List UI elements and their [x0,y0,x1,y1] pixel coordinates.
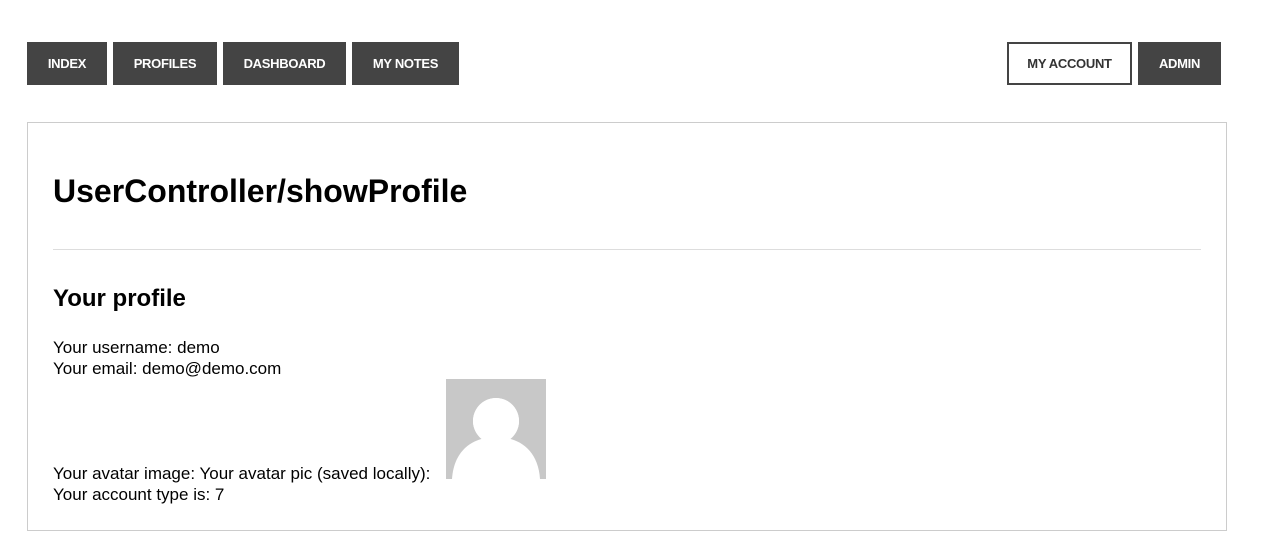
avatar [446,379,546,479]
account-type-label: Your account type is: [53,485,215,504]
content-panel: UserController/showProfile Your profile … [27,122,1227,531]
email-label: Your email: [53,359,143,378]
account-nav: MY ACCOUNT ADMIN [1007,42,1221,85]
avatar-label: Your avatar image: Your avatar pic (save… [53,464,431,483]
account-type-value: 7 [214,485,225,504]
nav-my-account-button[interactable]: MY ACCOUNT [1007,42,1132,85]
avatar-line: Your avatar image: Your avatar pic (save… [53,463,430,484]
page-title: UserController/showProfile [53,173,468,209]
email-line: Your email: demo@demo.com [53,358,281,379]
username-value: demo [177,338,220,357]
account-type-line: Your account type is: 7 [53,484,224,505]
email-value: demo@demo.com [142,359,282,378]
divider [53,249,1201,250]
default-user-avatar-icon [446,379,546,479]
username-line: Your username: demo [53,337,220,358]
main-nav: INDEX PROFILES DASHBOARD MY NOTES [27,42,459,85]
nav-profiles-button[interactable]: PROFILES [113,42,217,85]
nav-my-notes-button[interactable]: MY NOTES [352,42,459,85]
nav-dashboard-button[interactable]: DASHBOARD [223,42,346,85]
nav-admin-button[interactable]: ADMIN [1138,42,1221,85]
section-title: Your profile [53,285,186,312]
username-label: Your username: [53,338,178,357]
nav-index-button[interactable]: INDEX [27,42,107,85]
